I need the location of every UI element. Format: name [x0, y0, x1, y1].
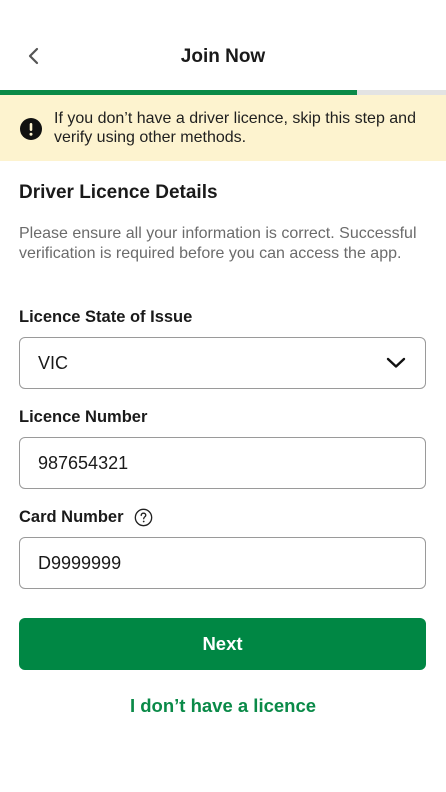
- next-button[interactable]: Next: [19, 618, 426, 670]
- app-header: Join Now: [0, 0, 446, 90]
- section-title: Driver Licence Details: [19, 182, 218, 203]
- question-circle-icon[interactable]: [134, 508, 153, 527]
- licence-number-field[interactable]: [19, 437, 426, 489]
- card-number-input[interactable]: [38, 552, 407, 574]
- alert-text: If you don’t have a driver licence, skip…: [54, 110, 416, 146]
- page-title: Join Now: [180, 46, 266, 67]
- state-label: Licence State of Issue: [19, 308, 193, 326]
- card-number-label-row: Card Number: [19, 508, 153, 527]
- card-number-label: Card Number: [19, 508, 124, 526]
- info-alert: If you don’t have a driver licence, skip…: [0, 95, 446, 161]
- licence-number-label: Licence Number: [19, 408, 148, 426]
- exclamation-circle-icon: [20, 118, 42, 140]
- section-subtitle: Please ensure all your information is co…: [19, 225, 417, 262]
- state-select-value: VIC: [38, 352, 69, 373]
- no-licence-link[interactable]: I don’t have a licence: [0, 695, 446, 717]
- licence-number-input[interactable]: [38, 452, 407, 474]
- chevron-down-icon: [386, 357, 406, 368]
- state-select[interactable]: VIC: [19, 337, 426, 389]
- card-number-field[interactable]: [19, 537, 426, 589]
